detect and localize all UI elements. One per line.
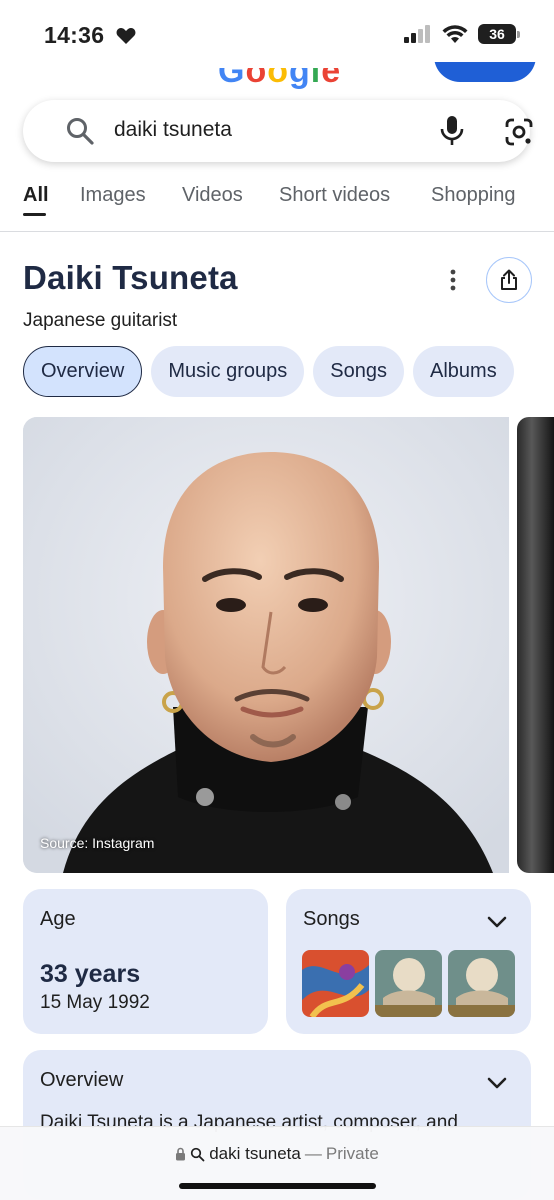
chip-overview[interactable]: Overview bbox=[23, 346, 143, 397]
songs-label: Songs bbox=[303, 908, 360, 930]
search-tabs: All Images Videos Short videos Shopping bbox=[0, 176, 554, 232]
lock-icon bbox=[176, 1147, 186, 1161]
entity-subtitle: Japanese guitarist bbox=[23, 310, 178, 331]
address-query: daki tsuneta bbox=[209, 1144, 301, 1163]
tab-all[interactable]: All bbox=[23, 184, 49, 207]
birth-date: 15 May 1992 bbox=[40, 992, 150, 1013]
entity-chips: Overview Music groups Songs Albums bbox=[23, 346, 514, 397]
share-icon bbox=[501, 269, 517, 290]
entity-photo[interactable] bbox=[23, 417, 509, 873]
browser-address-bar[interactable]: daki tsuneta — Private bbox=[0, 1126, 554, 1200]
age-value: 33 years bbox=[40, 960, 141, 988]
tab-short-videos[interactable]: Short videos bbox=[279, 184, 390, 207]
status-time: 14:36 bbox=[44, 22, 105, 48]
next-photo-preview[interactable] bbox=[517, 417, 554, 873]
chevron-down-icon[interactable] bbox=[486, 1076, 508, 1090]
search-icon[interactable] bbox=[65, 116, 95, 146]
heart-icon bbox=[116, 28, 136, 44]
search-input[interactable]: daiki tsuneta bbox=[114, 118, 232, 142]
tab-shopping[interactable]: Shopping bbox=[431, 184, 516, 207]
chevron-down-icon[interactable] bbox=[486, 915, 508, 929]
mic-icon[interactable] bbox=[439, 115, 465, 147]
age-label: Age bbox=[40, 908, 76, 930]
private-mode-label: Private bbox=[325, 1144, 379, 1163]
battery-icon: 36 bbox=[478, 24, 520, 44]
chip-songs[interactable]: Songs bbox=[313, 346, 405, 397]
active-tab-indicator bbox=[23, 213, 46, 216]
wifi-icon bbox=[442, 24, 468, 43]
status-bar: 14:36 36 bbox=[0, 0, 554, 64]
chip-music-groups[interactable]: Music groups bbox=[151, 346, 305, 397]
song-thumbnails bbox=[302, 950, 515, 1017]
tab-images[interactable]: Images bbox=[80, 184, 146, 207]
search-bar[interactable]: daiki tsuneta bbox=[23, 100, 533, 162]
photo-source-caption: Source: Instagram bbox=[40, 835, 155, 851]
song-thumbnail[interactable] bbox=[375, 950, 442, 1017]
portrait-image bbox=[23, 417, 509, 873]
chip-albums[interactable]: Albums bbox=[413, 346, 514, 397]
songs-card[interactable]: Songs bbox=[286, 889, 531, 1034]
tab-videos[interactable]: Videos bbox=[182, 184, 243, 207]
battery-level: 36 bbox=[489, 26, 505, 42]
song-thumbnail[interactable] bbox=[448, 950, 515, 1017]
overview-label: Overview bbox=[40, 1069, 124, 1091]
song-thumbnail[interactable] bbox=[302, 950, 369, 1017]
address-separator: — bbox=[304, 1144, 322, 1163]
share-button[interactable] bbox=[486, 257, 532, 303]
more-options-icon[interactable] bbox=[441, 265, 465, 295]
home-indicator[interactable] bbox=[179, 1183, 376, 1189]
age-card: Age 33 years 15 May 1992 bbox=[23, 889, 268, 1034]
address-field[interactable]: daki tsuneta — Private bbox=[0, 1144, 554, 1164]
search-icon bbox=[191, 1147, 205, 1161]
entity-title: Daiki Tsuneta bbox=[23, 259, 238, 296]
cellular-signal-icon bbox=[404, 25, 430, 43]
google-lens-icon[interactable] bbox=[504, 117, 534, 147]
